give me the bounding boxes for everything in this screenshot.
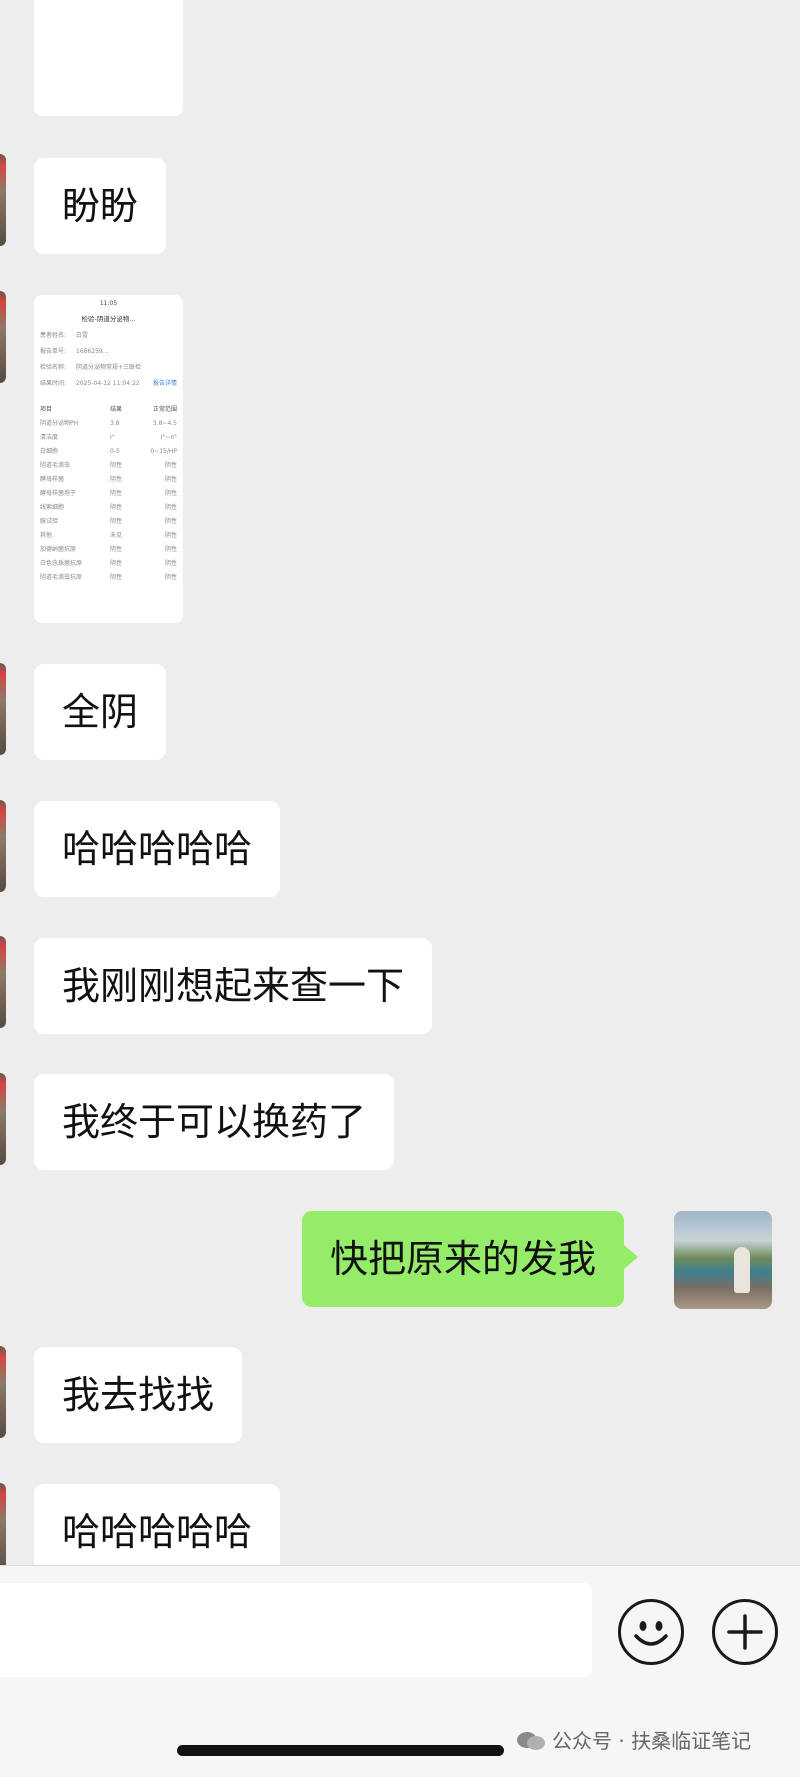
thumb-field: 患者姓名: 白雪 — [40, 332, 89, 339]
message-bubble-received[interactable]: 我刚刚想起来查一下 — [34, 938, 433, 1034]
message-bubble-received[interactable]: 哈哈哈哈哈 — [34, 1484, 281, 1565]
thumb-table-row: 白细胞 0-5 0~15/HP — [40, 448, 177, 455]
message-bubble-received[interactable]: 哈哈哈哈哈 — [34, 801, 281, 897]
thumb-table-row: 酵母样菌 阴性 阴性 — [40, 476, 177, 483]
home-indicator — [177, 1745, 504, 1756]
thumb-table-row: 酵母样菌孢子 阴性 阴性 — [40, 490, 177, 497]
emoji-button[interactable] — [618, 1599, 684, 1665]
contact-avatar[interactable] — [0, 1073, 6, 1165]
watermark: 公众号 · 扶桑临证笔记 — [516, 1725, 751, 1754]
report-image-message[interactable]: 11:05 检验-阴道分泌物... 患者姓名: 白雪 报告单号: 1686259… — [34, 295, 183, 623]
thumb-table-header: 项目 结果 正常范围 — [40, 406, 177, 413]
thumb-title: 检验-阴道分泌物... — [81, 315, 136, 323]
thumb-field: 结果时间: 2025-04-12 11:04:22 报告详情 — [40, 380, 177, 387]
contact-avatar[interactable] — [0, 154, 6, 246]
smiley-icon — [634, 1621, 668, 1646]
more-options-button[interactable] — [712, 1599, 778, 1665]
plus-icon — [727, 1614, 763, 1650]
thumb-table-row: 清洁度 I° I°~II° — [40, 434, 177, 441]
message-text: 哈哈哈哈哈 — [62, 1510, 253, 1554]
thumb-table-row: 阴道分泌物PH 3.8 3.8~4.5 — [40, 420, 177, 427]
chat-message-list[interactable]: 盼盼 11:05 检验-阴道分泌物... 患者姓名: 白雪 报告单号: 1686… — [0, 0, 800, 1565]
contact-avatar[interactable] — [0, 1346, 6, 1438]
message-text: 盼盼 — [62, 184, 139, 228]
message-text: 我去找找 — [62, 1373, 215, 1417]
thumb-field: 报告单号: 1686259... — [40, 348, 109, 355]
thumb-status-time: 11:05 — [99, 300, 118, 307]
message-bubble-received[interactable]: 我去找找 — [34, 1347, 243, 1443]
message-bubble-sent[interactable]: 快把原来的发我 — [302, 1211, 639, 1307]
contact-avatar[interactable] — [0, 1483, 6, 1565]
thumb-table-row: 白色念珠菌抗原 阴性 阴性 — [40, 560, 177, 567]
message-bubble-received[interactable]: 我终于可以换药了 — [34, 1074, 395, 1170]
thumb-table-row: 加德纳菌抗原 阴性 阴性 — [40, 546, 177, 553]
thumb-table-row: 其他 未见 阴性 — [40, 532, 177, 539]
message-text: 我终于可以换药了 — [62, 1100, 367, 1144]
message-bubble-received[interactable]: 全阴 — [34, 664, 167, 760]
thumb-table-row: 胺试验 阴性 阴性 — [40, 518, 177, 525]
my-avatar[interactable] — [674, 1211, 772, 1309]
message-text: 快把原来的发我 — [330, 1237, 597, 1281]
message-text: 全阴 — [62, 690, 139, 734]
message-text: 哈哈哈哈哈 — [62, 827, 253, 871]
message-bubble-received[interactable]: 盼盼 — [34, 158, 167, 254]
image-message-partial[interactable] — [34, 0, 183, 116]
contact-avatar[interactable] — [0, 800, 6, 892]
thumb-field: 检验名称: 阴道分泌物常规+三联检 — [40, 364, 142, 371]
wechat-icon — [517, 1732, 545, 1750]
thumb-table-row: 线索细胞 阴性 阴性 — [40, 504, 177, 511]
watermark-text: 公众号 · 扶桑临证笔记 — [552, 1729, 752, 1753]
contact-avatar[interactable] — [0, 291, 6, 383]
avatar-photo-figure — [734, 1247, 750, 1293]
contact-avatar[interactable] — [0, 663, 6, 755]
message-input[interactable] — [0, 1583, 592, 1677]
contact-avatar[interactable] — [0, 936, 6, 1028]
thumb-table-row: 阴道毛滴虫 阴性 阴性 — [40, 462, 177, 469]
message-text: 我刚刚想起来查一下 — [62, 964, 405, 1008]
thumb-table-row: 阴道毛滴虫抗原 阴性 阴性 — [40, 574, 177, 581]
message-composer: 公众号 · 扶桑临证笔记 — [0, 1565, 800, 1777]
